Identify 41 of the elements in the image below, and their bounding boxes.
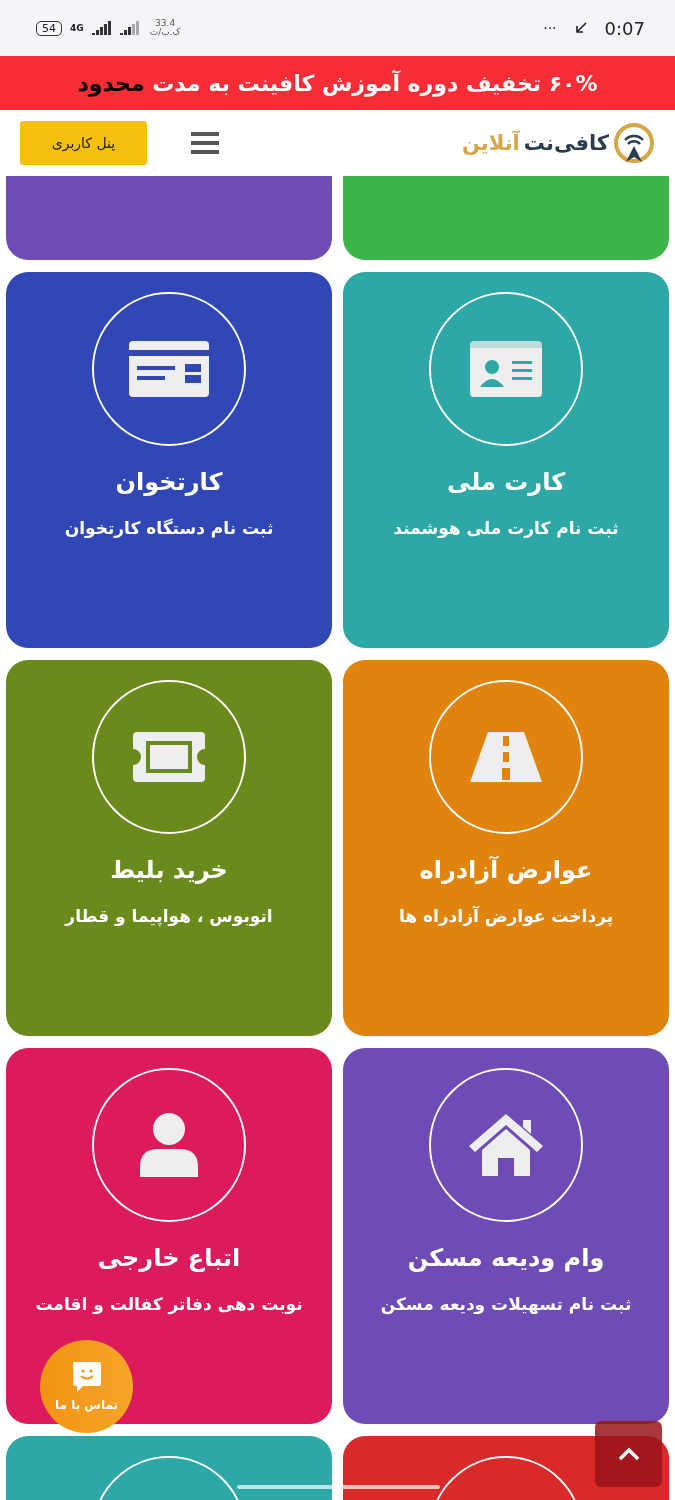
network-type: 4G [70, 23, 84, 33]
card-title: کارت ملی [446, 468, 566, 496]
antenna-logo-icon [613, 122, 655, 164]
card-subtitle: ثبت نام تسهیلات ودیعه مسکن [380, 1294, 632, 1314]
card-title: وام ودیعه مسکن [407, 1244, 605, 1272]
service-card[interactable]: وام ودیعه مسکن ثبت نام تسهیلات ودیعه مسکن [343, 1048, 669, 1424]
card-title: کارتخوان [115, 468, 223, 496]
id-card-icon [470, 341, 542, 397]
card-title: اتباع خارجی [97, 1244, 241, 1272]
card-subtitle: اتوبوس ، هواپیما و قطار [65, 906, 273, 926]
card-subtitle: ثبت نام دستگاه کارتخوان [64, 518, 274, 538]
chat-icon [72, 1361, 101, 1392]
card-subtitle: نوبت دهی دفاتر کفالت و اقامت [35, 1294, 303, 1314]
service-card[interactable]: خرید بلیط اتوبوس ، هواپیما و قطار [6, 660, 332, 1036]
card-title: عوارض آزادراه [419, 856, 593, 884]
menu-icon[interactable] [191, 132, 219, 154]
credit-card-icon [129, 341, 209, 397]
logo-text: آنلاین [461, 131, 520, 155]
battery-icon: 54 [36, 20, 62, 36]
logo-text: کافی‌نت [523, 131, 609, 155]
service-card[interactable]: عوارض آزادراه پرداخت عوارض آزادراه ها [343, 660, 669, 1036]
more-indicator: ··· [543, 20, 557, 36]
scroll-top-button[interactable] [595, 1421, 662, 1487]
ticket-icon [133, 732, 205, 782]
card-subtitle: پرداخت عوارض آزادراه ها [398, 906, 614, 926]
promo-text: ۶۰% تخفیف دوره آموزش کافینت به مدت محدود [77, 70, 598, 96]
speed-value: 33.4 [155, 19, 176, 28]
promo-banner[interactable]: ۶۰% تخفیف دوره آموزش کافینت به مدت محدود [0, 56, 675, 110]
signal-icon [91, 21, 142, 35]
house-icon [469, 1114, 543, 1176]
road-icon [470, 732, 542, 782]
clock: 0:07 [604, 17, 645, 39]
service-card[interactable]: کارتخوان ثبت نام دستگاه کارتخوان [6, 272, 332, 648]
person-icon [140, 1113, 198, 1177]
user-panel-button[interactable]: پنل کاربری [20, 121, 147, 165]
card-title: خرید بلیط [110, 856, 228, 884]
service-card[interactable]: کارت ملی ثبت نام کارت ملی هوشمند [343, 272, 669, 648]
arrow-icon [574, 22, 587, 34]
speed-unit: ک.ب/ث [149, 28, 181, 37]
card-subtitle: ثبت نام کارت ملی هوشمند [393, 518, 619, 538]
chevron-up-icon [617, 1447, 640, 1461]
